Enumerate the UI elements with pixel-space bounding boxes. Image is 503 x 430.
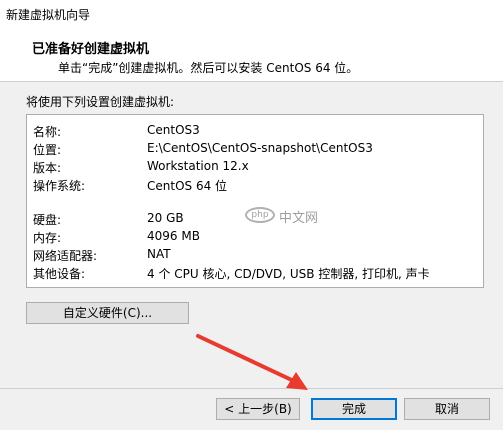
summary-value: 4 个 CPU 核心, CD/DVD, USB 控制器, 打印机, 声卡 [147, 267, 430, 281]
watermark-logo: php [245, 207, 275, 223]
summary-value: 4096 MB [147, 229, 200, 243]
header-subtitle: 单击“完成”创建虚拟机。然后可以安装 CentOS 64 位。 [58, 61, 359, 75]
summary-key: 位置: [33, 143, 62, 157]
summary-key: 其他设备: [33, 267, 86, 281]
summary-key: 网络适配器: [33, 249, 98, 263]
summary-row-version: 版本: Workstation 12.x [33, 159, 473, 177]
summary-value: CentOS3 [147, 123, 200, 137]
finish-button[interactable]: 完成 [311, 398, 397, 420]
summary-value: Workstation 12.x [147, 159, 249, 173]
title-bar: 新建虚拟机向导 [0, 0, 503, 30]
window-title: 新建虚拟机向导 [6, 8, 91, 22]
summary-key: 版本: [33, 161, 62, 175]
customize-hardware-button[interactable]: 自定义硬件(C)... [26, 302, 189, 324]
summary-row-devices: 其他设备: 4 个 CPU 核心, CD/DVD, USB 控制器, 打印机, … [33, 265, 473, 283]
summary-row-location: 位置: E:\CentOS\CentOS-snapshot\CentOS3 [33, 141, 473, 159]
summary-row-name: 名称: CentOS3 [33, 123, 473, 141]
summary-value: 20 GB [147, 211, 184, 225]
watermark: php 中文网 [245, 205, 325, 227]
summary-label: 将使用下列设置创建虚拟机: [26, 95, 175, 109]
header-title: 已准备好创建虚拟机 [32, 42, 150, 57]
summary-panel: 名称: CentOS3 位置: E:\CentOS\CentOS-snapsho… [26, 114, 484, 288]
footer-divider [0, 388, 503, 389]
summary-key: 操作系统: [33, 179, 86, 193]
watermark-text: 中文网 [279, 211, 319, 226]
summary-row-memory: 内存: 4096 MB [33, 229, 473, 247]
summary-value: NAT [147, 247, 171, 261]
summary-value: CentOS 64 位 [147, 179, 228, 193]
summary-row-os: 操作系统: CentOS 64 位 [33, 177, 473, 195]
summary-key: 硬盘: [33, 213, 62, 227]
summary-key: 名称: [33, 125, 62, 139]
arrow-shaft [196, 334, 298, 384]
wizard-header: 已准备好创建虚拟机 单击“完成”创建虚拟机。然后可以安装 CentOS 64 位… [0, 29, 503, 82]
back-button[interactable]: < 上一步(B) [216, 398, 300, 420]
summary-value: E:\CentOS\CentOS-snapshot\CentOS3 [147, 141, 373, 155]
summary-row-network: 网络适配器: NAT [33, 247, 473, 265]
cancel-button[interactable]: 取消 [404, 398, 490, 420]
summary-key: 内存: [33, 231, 62, 245]
